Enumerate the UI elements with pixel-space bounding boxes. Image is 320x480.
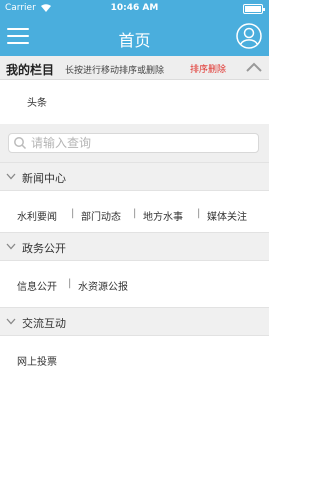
section-government-affairs[interactable]: 政务公开 xyxy=(0,232,269,261)
section-title: 政务公开 xyxy=(22,242,66,255)
user-icon[interactable] xyxy=(236,23,262,49)
search-bar xyxy=(0,124,269,162)
search-icon xyxy=(14,137,27,150)
section-news-center-links: 水利要闻 | 部门动态 | 地方水事 | 媒体关注 xyxy=(0,191,269,237)
my-columns-title: 我的栏目 xyxy=(6,63,55,77)
link-water-bulletin[interactable]: 水资源公报 xyxy=(78,278,128,293)
status-bar: Carrier 10:46 AM xyxy=(0,0,269,18)
battery-icon xyxy=(243,4,265,14)
section-interaction-links: 网上投票 xyxy=(0,336,269,382)
link-info-disclosure[interactable]: 信息公开 xyxy=(17,278,57,293)
clock: 10:46 AM xyxy=(110,3,159,13)
link-online-vote[interactable]: 网上投票 xyxy=(17,353,57,368)
page-title: 首页 xyxy=(118,31,151,50)
link-separator: | xyxy=(197,208,201,219)
link-water-news[interactable]: 水利要闻 xyxy=(17,208,57,223)
chevron-down-icon xyxy=(6,173,16,180)
chevron-up-icon[interactable] xyxy=(245,61,263,73)
section-government-affairs-links: 信息公开 | 水资源公报 xyxy=(0,261,269,307)
section-title: 交流互动 xyxy=(22,317,66,330)
search-box[interactable] xyxy=(8,133,259,153)
link-local-water[interactable]: 地方水事 xyxy=(143,208,183,223)
section-interaction[interactable]: 交流互动 xyxy=(0,307,269,336)
nav-bar: 首页 xyxy=(0,18,269,56)
chevron-down-icon xyxy=(6,318,16,325)
section-news-center[interactable]: 新闻中心 xyxy=(0,162,269,191)
section-title: 新闻中心 xyxy=(22,172,66,185)
link-department-news[interactable]: 部门动态 xyxy=(81,208,121,223)
link-separator: | xyxy=(68,278,72,289)
my-columns-hint: 长按进行移动排序或删除 xyxy=(65,66,165,76)
chevron-down-icon xyxy=(6,243,16,250)
sort-delete-button[interactable]: 排序删除 xyxy=(190,62,226,75)
column-tag-headline[interactable]: 头条 xyxy=(27,94,47,109)
search-input[interactable] xyxy=(31,134,256,152)
link-separator: | xyxy=(133,208,137,219)
my-columns-header: 我的栏目 长按进行移动排序或删除 排序删除 xyxy=(0,56,269,80)
my-columns-tags: 头条 xyxy=(0,81,269,123)
link-separator: | xyxy=(71,208,75,219)
link-media-focus[interactable]: 媒体关注 xyxy=(207,208,247,223)
